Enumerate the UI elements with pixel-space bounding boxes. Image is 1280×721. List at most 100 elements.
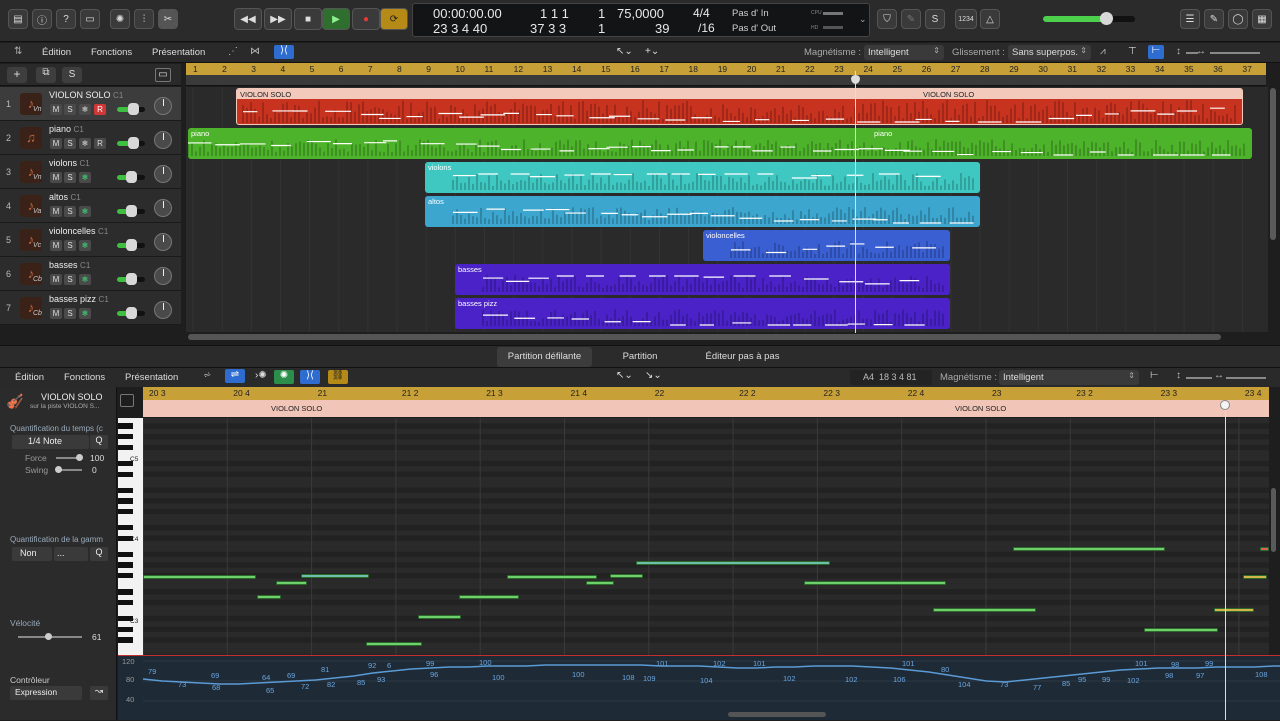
midi-out-icon[interactable]: ›✺ bbox=[255, 370, 267, 381]
freeze-button[interactable]: ❄ bbox=[79, 240, 91, 251]
duplicate-track-button[interactable]: ⧉ bbox=[36, 67, 56, 83]
pointer-tool-icon[interactable]: ↖⌄ bbox=[616, 46, 633, 57]
vertical-fit-icon[interactable]: ⊤ bbox=[1128, 46, 1137, 57]
mute-button[interactable]: M bbox=[50, 206, 62, 217]
midi-note[interactable] bbox=[610, 574, 643, 578]
controller-curve-button[interactable]: ↝ bbox=[90, 686, 108, 700]
snap-select[interactable]: Intelligent ⇕ bbox=[864, 45, 944, 60]
track-header[interactable]: 3 ♪ Vn violons C1 M S ❄ bbox=[0, 155, 181, 189]
solo-button[interactable]: S bbox=[64, 240, 76, 251]
help-button[interactable]: ? bbox=[56, 9, 76, 29]
track-name[interactable]: violoncelles C1 bbox=[49, 226, 108, 236]
toolbar-button[interactable]: ▭ bbox=[80, 9, 100, 29]
freeze-button[interactable]: ❄ bbox=[79, 274, 91, 285]
solo-button[interactable]: S bbox=[64, 308, 76, 319]
freeze-button-off[interactable]: ❄ bbox=[79, 104, 91, 115]
mute-button[interactable]: M bbox=[50, 138, 62, 149]
black-key[interactable] bbox=[118, 551, 133, 558]
pan-knob[interactable] bbox=[154, 131, 172, 149]
master-volume-knob[interactable] bbox=[1100, 12, 1113, 25]
velocity-slider[interactable] bbox=[18, 633, 82, 640]
mute-button[interactable]: M bbox=[50, 172, 62, 183]
library-button[interactable]: ▤ bbox=[8, 9, 28, 29]
arrange-back-icon[interactable]: ⇅ bbox=[14, 46, 22, 57]
master-volume-slider[interactable] bbox=[1043, 12, 1135, 25]
editor-automation-icon[interactable]: ⟩⟨ bbox=[300, 370, 320, 384]
editor-menu-presentation[interactable]: Présentation bbox=[125, 372, 178, 383]
controller-lane[interactable] bbox=[118, 655, 1280, 720]
editor-second-tool-icon[interactable]: ↘⌄ bbox=[645, 370, 662, 381]
solo-button[interactable]: S bbox=[64, 104, 76, 115]
solo-button[interactable]: S bbox=[64, 206, 76, 217]
black-key[interactable] bbox=[118, 508, 133, 515]
track-volume-knob[interactable] bbox=[128, 137, 139, 149]
menu-presentation[interactable]: Présentation bbox=[152, 47, 205, 58]
track-volume-slider[interactable] bbox=[117, 239, 145, 251]
black-key[interactable] bbox=[118, 573, 133, 579]
black-key[interactable] bbox=[118, 562, 133, 568]
mute-button[interactable]: M bbox=[50, 104, 62, 115]
midi-in-icon[interactable]: ⇌ bbox=[225, 369, 245, 383]
pan-knob[interactable] bbox=[154, 97, 172, 115]
track-volume-knob[interactable] bbox=[126, 307, 137, 319]
track-header[interactable]: 4 ♪ Va altos C1 M S ❄ bbox=[0, 189, 181, 223]
freeze-button[interactable]: ❄ bbox=[79, 206, 91, 217]
cycle-button[interactable]: ⟳ bbox=[380, 8, 408, 30]
editor-snap-select[interactable]: Intelligent ⇕ bbox=[999, 370, 1139, 385]
force-knob[interactable] bbox=[76, 454, 83, 461]
swing-slider[interactable] bbox=[55, 466, 82, 473]
track-name[interactable]: piano C1 bbox=[49, 124, 84, 134]
play-button[interactable]: ▶ bbox=[322, 8, 350, 30]
black-key[interactable] bbox=[118, 525, 133, 531]
quantize-icon[interactable]: ⩫ bbox=[203, 370, 211, 381]
track-volume-slider[interactable] bbox=[117, 103, 145, 115]
smart-controls-button[interactable]: ✺ bbox=[110, 9, 130, 29]
add-track-button[interactable]: + bbox=[7, 67, 27, 83]
editor-vertical-zoom-slider[interactable] bbox=[1186, 377, 1212, 379]
midi-note[interactable] bbox=[636, 561, 830, 565]
midi-note[interactable] bbox=[1243, 575, 1267, 579]
controller-select[interactable]: Expression bbox=[10, 686, 82, 700]
track-header[interactable]: 1 ♪ Vn VIOLON SOLO C1 M S ❄ R bbox=[0, 87, 181, 121]
mixer-button[interactable]: ⫶ bbox=[134, 9, 154, 29]
flex-icon[interactable]: ⋈ bbox=[250, 46, 260, 57]
crosshair-tool-icon[interactable]: +⌄ bbox=[645, 46, 659, 57]
browser-button[interactable]: ▦ bbox=[1252, 9, 1272, 29]
record-enable-button[interactable]: R bbox=[94, 104, 106, 115]
menu-fonctions[interactable]: Fonctions bbox=[91, 47, 132, 58]
midi-note[interactable] bbox=[459, 595, 519, 599]
editor-playhead-marker[interactable] bbox=[1220, 400, 1230, 410]
piano-roll-grid[interactable] bbox=[143, 418, 1269, 655]
editor-region-strip[interactable]: VIOLON SOLO VIOLON SOLO bbox=[143, 400, 1269, 417]
stop-button[interactable]: ■ bbox=[294, 8, 322, 30]
track-volume-knob[interactable] bbox=[126, 205, 137, 217]
midi-note[interactable] bbox=[301, 574, 369, 578]
black-key[interactable] bbox=[118, 444, 133, 451]
region-basses-pizz[interactable]: basses pizz bbox=[455, 298, 950, 329]
track-list-menu-button[interactable]: ▭ bbox=[155, 68, 171, 82]
midi-note[interactable] bbox=[1144, 628, 1218, 632]
mute-button[interactable]: M bbox=[50, 274, 62, 285]
track-volume-slider[interactable] bbox=[117, 171, 145, 183]
editor-vertical-scrollbar[interactable] bbox=[1271, 488, 1276, 552]
mute-button[interactable]: M bbox=[50, 240, 62, 251]
quant-q-button[interactable]: Q bbox=[90, 435, 108, 449]
editor-horizontal-zoom-slider[interactable] bbox=[1226, 377, 1266, 379]
editor-pointer-icon[interactable]: ↖⌄ bbox=[616, 370, 633, 381]
midi-note[interactable] bbox=[418, 615, 461, 619]
track-name[interactable]: basses C1 bbox=[49, 260, 90, 270]
track-volume-slider[interactable] bbox=[117, 137, 145, 149]
inspector-menu-button[interactable] bbox=[120, 394, 134, 407]
region-violoncelles[interactable]: violoncelles bbox=[703, 230, 950, 261]
black-key[interactable] bbox=[118, 434, 133, 440]
track-name[interactable]: VIOLON SOLO C1 bbox=[49, 90, 123, 100]
track-name[interactable]: basses pizz C1 bbox=[49, 294, 109, 304]
link-icon[interactable]: ⛓ bbox=[328, 370, 348, 384]
track-volume-knob[interactable] bbox=[126, 239, 137, 251]
count-in-button[interactable]: 1234 bbox=[955, 9, 977, 29]
force-slider[interactable] bbox=[56, 454, 83, 461]
midi-note[interactable] bbox=[507, 575, 597, 579]
lcd-display[interactable]: 00:00:00.00 23 3 4 40 1 1 1 1 37 3 3 1 7… bbox=[412, 3, 870, 37]
pencil-button[interactable]: ✎ bbox=[901, 9, 921, 29]
editor-menu-fonctions[interactable]: Fonctions bbox=[64, 372, 105, 383]
